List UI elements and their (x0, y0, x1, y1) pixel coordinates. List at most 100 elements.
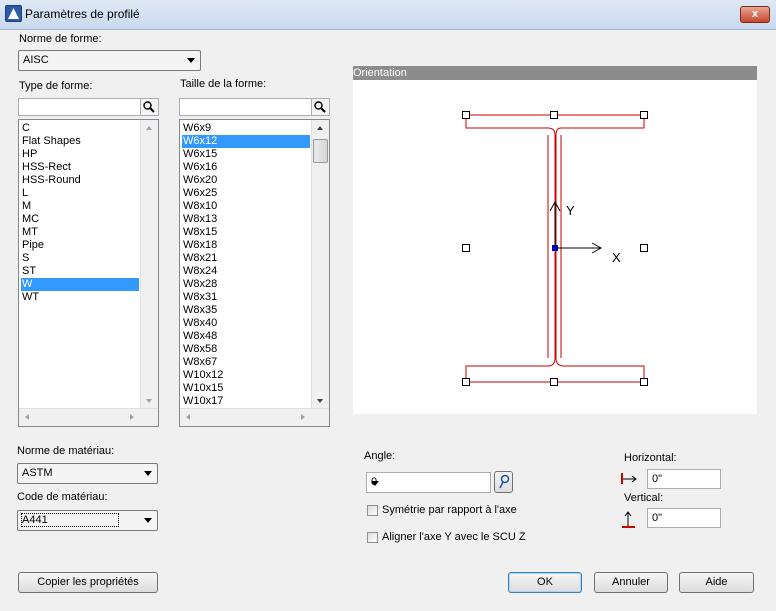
list-item[interactable]: M (21, 200, 139, 213)
list-item[interactable]: C (21, 122, 139, 135)
horizontal-label: Horizontal: (624, 452, 677, 464)
orientation-preview: Y X (353, 80, 757, 414)
search-button[interactable] (140, 99, 158, 115)
shape-size-search-input[interactable] (179, 98, 330, 116)
list-item[interactable]: W6x12 (182, 135, 310, 148)
list-item[interactable]: W8x15 (182, 226, 310, 239)
scroll-up-icon[interactable] (317, 126, 323, 130)
horizontal-offset-value: 0" (652, 473, 663, 485)
material-code-select[interactable]: A441 (17, 510, 158, 531)
search-icon (143, 101, 155, 113)
pick-angle-button[interactable] (494, 471, 513, 493)
shape-standard-value: AISC (23, 54, 49, 66)
angle-label: Angle: (364, 450, 396, 462)
list-item[interactable]: W (21, 278, 139, 291)
horizontal-offset-icon (621, 473, 637, 484)
ok-button[interactable]: OK (508, 572, 582, 593)
list-item[interactable]: W10x12 (182, 369, 310, 382)
title-bar: Paramètres de profilé x (0, 0, 776, 30)
list-item[interactable]: WT (21, 291, 139, 304)
list-item[interactable]: MT (21, 226, 139, 239)
help-button[interactable]: Aide (679, 572, 754, 593)
align-ucs-checkbox[interactable] (367, 532, 378, 543)
grip-handle (462, 378, 470, 386)
horizontal-scrollbar[interactable] (180, 408, 329, 426)
list-item[interactable]: S (21, 252, 139, 265)
orientation-label: Orientation (353, 67, 407, 79)
list-item[interactable]: HSS-Rect (21, 161, 139, 174)
shape-size-list[interactable]: W10x17 W10x15 W10x12 W8x67 W8x58 W8x48 W8x40 W8… (179, 119, 330, 427)
grip-handle (640, 378, 648, 386)
list-item[interactable]: HP (21, 148, 139, 161)
list-item[interactable]: L (21, 187, 139, 200)
material-standard-value: ASTM (22, 467, 53, 479)
shape-type-list[interactable]: WT W ST S Pipe MT MC M L HSS-Round HSS-Rect HP Flat … (18, 119, 159, 427)
list-item[interactable]: W6x16 (182, 161, 310, 174)
scroll-thumb[interactable] (313, 139, 328, 163)
cancel-button[interactable]: Annuler (594, 572, 668, 593)
mirror-checkbox[interactable] (367, 505, 378, 516)
horizontal-scrollbar[interactable] (19, 408, 158, 426)
vertical-offset-input[interactable]: 0" (647, 508, 721, 528)
chevron-down-icon (144, 471, 152, 476)
list-item[interactable]: W8x48 (182, 330, 310, 343)
grip-handle (462, 111, 470, 119)
list-item[interactable]: Pipe (21, 239, 139, 252)
list-item[interactable]: W8x40 (182, 317, 310, 330)
vertical-scrollbar[interactable] (311, 120, 329, 411)
grip-handle (640, 111, 648, 119)
pick-point-icon (499, 474, 510, 489)
chevron-down-icon (371, 481, 379, 486)
horizontal-offset-input[interactable]: 0" (647, 469, 721, 489)
grip-handle (462, 244, 470, 252)
scroll-up-icon[interactable] (146, 126, 152, 130)
profile-drawing: Y X (462, 111, 648, 386)
vertical-label: Vertical: (624, 492, 664, 504)
scroll-right-icon[interactable] (130, 414, 134, 420)
scroll-down-icon[interactable] (146, 399, 152, 403)
align-ucs-label: Aligner l'axe Y avec le SCU Z (382, 531, 526, 543)
grip-handle (550, 111, 558, 119)
vertical-offset-icon (622, 511, 635, 528)
list-item[interactable]: W10x15 (182, 382, 310, 395)
list-item[interactable]: W8x24 (182, 265, 310, 278)
list-item[interactable]: W8x58 (182, 343, 310, 356)
angle-combo[interactable]: 0 (366, 472, 491, 493)
shape-size-label: Taille de la forme: (180, 78, 267, 90)
list-item[interactable]: W8x67 (182, 356, 310, 369)
scroll-down-icon[interactable] (317, 399, 323, 403)
list-item[interactable]: W8x13 (182, 213, 310, 226)
material-standard-select[interactable]: ASTM (17, 463, 158, 484)
copy-properties-button[interactable]: Copier les propriétés (18, 572, 158, 593)
list-item[interactable]: W10x17 (182, 395, 310, 408)
list-item[interactable]: W6x15 (182, 148, 310, 161)
search-button[interactable] (311, 99, 329, 115)
list-item[interactable]: ST (21, 265, 139, 278)
list-item[interactable]: W6x9 (182, 122, 310, 135)
list-item[interactable]: W8x18 (182, 239, 310, 252)
list-item[interactable]: W8x28 (182, 278, 310, 291)
x-axis-label: X (612, 250, 621, 265)
chevron-down-icon (144, 518, 152, 523)
shape-type-label: Type de forme: (19, 80, 93, 92)
mirror-label: Symétrie par rapport à l'axe (382, 504, 517, 516)
material-code-value: A441 (21, 513, 119, 527)
list-item[interactable]: W6x20 (182, 174, 310, 187)
list-item[interactable]: W8x35 (182, 304, 310, 317)
list-item[interactable]: HSS-Round (21, 174, 139, 187)
list-item[interactable]: W8x21 (182, 252, 310, 265)
shape-type-search-input[interactable] (18, 98, 159, 116)
list-item[interactable]: W6x25 (182, 187, 310, 200)
list-item[interactable]: W8x10 (182, 200, 310, 213)
vertical-scrollbar[interactable] (140, 120, 158, 411)
scroll-left-icon[interactable] (186, 414, 190, 420)
scroll-right-icon[interactable] (301, 414, 305, 420)
list-item[interactable]: W8x31 (182, 291, 310, 304)
close-button[interactable]: x (740, 6, 770, 23)
shape-standard-select[interactable]: AISC (18, 50, 201, 71)
list-item[interactable]: Flat Shapes (21, 135, 139, 148)
chevron-down-icon (187, 58, 195, 63)
orientation-header: Orientation (353, 66, 757, 80)
list-item[interactable]: MC (21, 213, 139, 226)
scroll-left-icon[interactable] (25, 414, 29, 420)
